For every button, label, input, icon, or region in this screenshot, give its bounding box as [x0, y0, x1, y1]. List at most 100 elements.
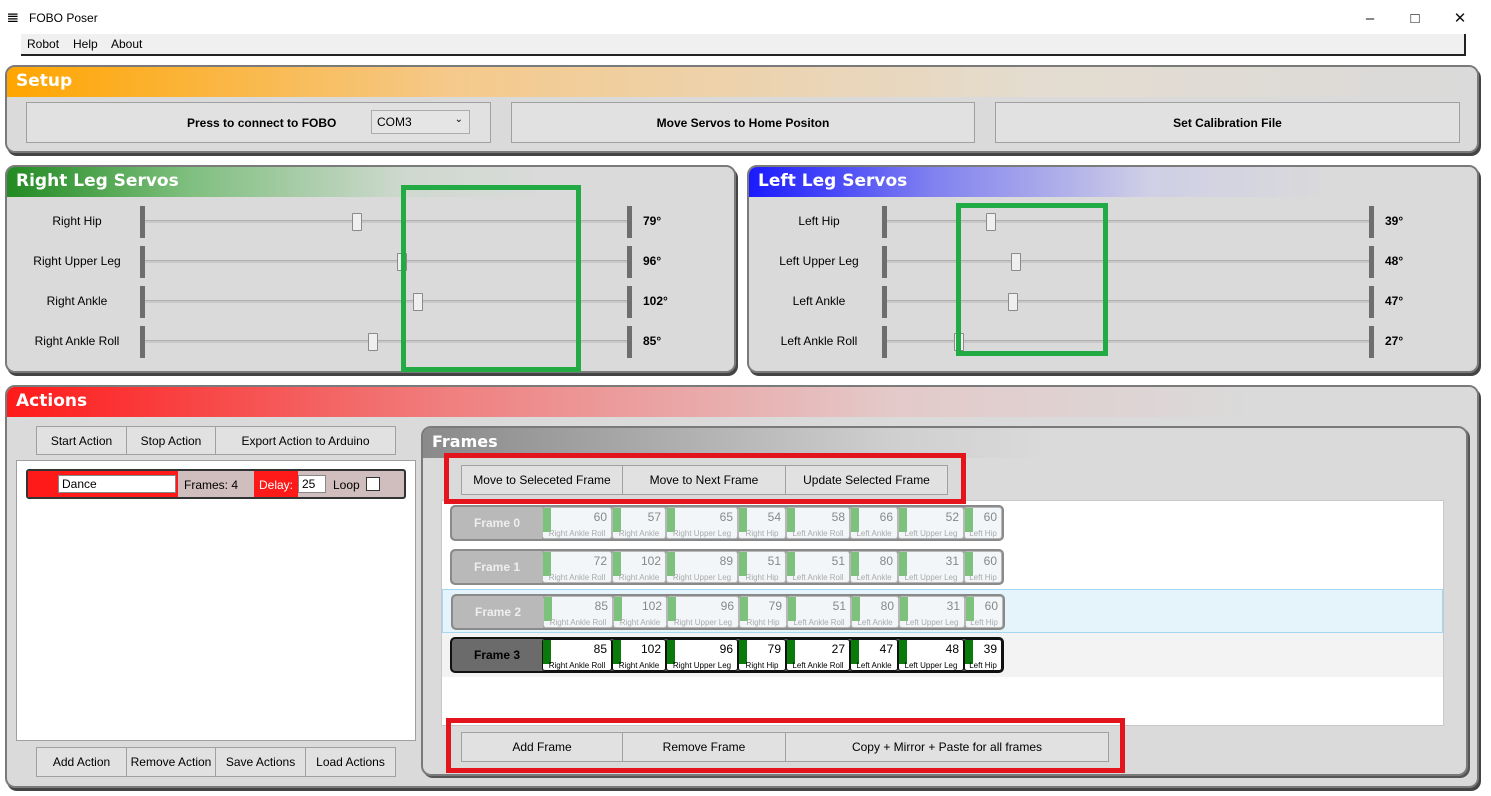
home-button[interactable]: Move Servos to Home Positon [511, 102, 975, 143]
loop-checkbox[interactable] [366, 477, 380, 491]
maximize-icon[interactable]: □ [1392, 4, 1438, 32]
frame-cell[interactable]: 47 Left Ankle [850, 639, 898, 671]
frame-cell[interactable]: 31 Left Upper Leg [899, 596, 965, 628]
frame-row[interactable]: Frame 1 72 Right Ankle Roll 102 Right Ankle 8… [442, 545, 1443, 589]
frame-cell-value: 52 [945, 510, 959, 524]
frame-cell-value: 60 [984, 599, 998, 613]
frame-label: Frame 3 [452, 639, 542, 671]
left-slider-highlight [956, 203, 1108, 356]
frame-cell[interactable]: 60 Left Hip [964, 507, 1002, 539]
frame-cell-value: 58 [831, 510, 845, 524]
delay-input[interactable]: 25 [298, 475, 326, 493]
action-name-input[interactable]: Dance [58, 475, 176, 493]
right_leg-slider-max-cap [627, 326, 632, 358]
frame-cell-servo: Right Ankle Roll [548, 573, 606, 582]
minimize-icon[interactable]: – [1347, 4, 1393, 32]
frame-cell[interactable]: 80 Left Ankle [850, 551, 898, 583]
frame-cell[interactable]: 60 Left Hip [964, 551, 1002, 583]
frame-cell[interactable]: 66 Left Ankle [850, 507, 898, 539]
right_leg-servo-label: Right Ankle [46, 294, 108, 308]
frame-cell-value: 85 [593, 642, 607, 656]
frame-cell[interactable]: 57 Right Ankle [612, 507, 666, 539]
frame-cell[interactable]: 96 Right Upper Leg [667, 596, 739, 628]
frame-label: Frame 1 [452, 551, 542, 583]
left_leg-servo-value: 48° [1385, 254, 1404, 268]
frame-cell[interactable]: 51 Left Ankle Roll [787, 596, 851, 628]
frame-cell[interactable]: 72 Right Ankle Roll [542, 551, 612, 583]
frame-cell-value: 80 [880, 599, 894, 613]
frames-list[interactable]: Frame 0 60 Right Ankle Roll 57 Right Ankle 65… [441, 500, 1444, 726]
frame-controls-highlight [444, 453, 966, 504]
frame-cell-value: 72 [593, 554, 607, 568]
frame-cell-value: 66 [879, 510, 893, 524]
frame-cell-value: 47 [879, 642, 893, 656]
save-actions-button[interactable]: Save Actions [215, 747, 306, 777]
actions-header: Actions [7, 387, 1477, 417]
frame-cell-value: 102 [640, 642, 661, 656]
left_leg-servo-label: Left Upper Leg [779, 254, 859, 268]
stop-action-button[interactable]: Stop Action [126, 426, 216, 455]
add-action-button[interactable]: Add Action [36, 747, 127, 777]
frame-box: Frame 1 72 Right Ankle Roll 102 Right Ankle 8… [450, 549, 1004, 585]
frame-cell-servo: Right Ankle Roll [548, 529, 606, 538]
action-list[interactable]: Dance Frames: 4 Delay: 25 Loop [16, 460, 416, 741]
left_leg-servo-label: Left Ankle Roll [780, 334, 858, 348]
right-leg-header: Right Leg Servos [7, 167, 734, 197]
frame-cell[interactable]: 31 Left Upper Leg [898, 551, 964, 583]
port-select[interactable]: COM3 ⌄ [371, 110, 470, 134]
frame-cell[interactable]: 102 Right Ankle [613, 596, 667, 628]
menu-help[interactable]: Help [73, 37, 98, 51]
frame-cell[interactable]: 89 Right Upper Leg [666, 551, 738, 583]
frame-row[interactable]: Frame 2 85 Right Ankle Roll 102 Right Ankle 9… [442, 589, 1443, 633]
export-action-button[interactable]: Export Action to Arduino [215, 426, 396, 455]
menu-about[interactable]: About [111, 37, 142, 51]
menu-robot[interactable]: Robot [27, 37, 59, 51]
close-icon[interactable]: ✕ [1437, 4, 1483, 32]
frame-cell[interactable]: 79 Right Hip [738, 639, 786, 671]
port-value: COM3 [377, 115, 412, 129]
frame-cell[interactable]: 48 Left Upper Leg [898, 639, 964, 671]
frame-cell[interactable]: 80 Left Ankle [851, 596, 899, 628]
frame-cell[interactable]: 51 Left Ankle Roll [786, 551, 850, 583]
calibration-button[interactable]: Set Calibration File [995, 102, 1460, 143]
frame-cell[interactable]: 79 Right Hip [739, 596, 787, 628]
action-item[interactable]: Dance Frames: 4 Delay: 25 Loop [26, 469, 406, 499]
frame-row[interactable]: Frame 3 85 Right Ankle Roll 102 Right Ankle 9… [442, 633, 1443, 677]
frames-title: Frames [432, 432, 498, 451]
frame-row[interactable]: Frame 0 60 Right Ankle Roll 57 Right Ankle 65… [442, 501, 1443, 545]
frame-cell[interactable]: 102 Right Ankle [612, 551, 666, 583]
frame-cell[interactable]: 60 Left Hip [965, 596, 1003, 628]
frame-cell-value: 27 [831, 642, 845, 656]
right_leg-slider-thumb[interactable] [367, 333, 378, 351]
frame-cell-servo: Right Ankle [619, 618, 661, 627]
frame-cell[interactable]: 52 Left Upper Leg [898, 507, 964, 539]
start-action-button[interactable]: Start Action [36, 426, 127, 455]
connect-button[interactable]: Press to connect to FOBO COM3 ⌄ [26, 102, 491, 143]
remove-action-button[interactable]: Remove Action [126, 747, 216, 777]
load-actions-button[interactable]: Load Actions [305, 747, 396, 777]
frame-cell[interactable]: 102 Right Ankle [612, 639, 666, 671]
frame-cell[interactable]: 65 Right Upper Leg [666, 507, 738, 539]
frame-cell-value: 60 [983, 510, 997, 524]
frame-cell-value: 51 [767, 554, 781, 568]
frame-cell[interactable]: 51 Right Hip [738, 551, 786, 583]
frame-cell[interactable]: 96 Right Upper Leg [666, 639, 738, 671]
title-bar: 𝌆 FOBO Poser – □ ✕ [0, 0, 1491, 34]
frame-cell[interactable]: 54 Right Hip [738, 507, 786, 539]
frame-cell[interactable]: 58 Left Ankle Roll [786, 507, 850, 539]
left_leg-servo-value: 47° [1385, 294, 1404, 308]
frame-cell[interactable]: 85 Right Ankle Roll [543, 596, 613, 628]
frame-cell-value: 51 [832, 599, 846, 613]
frame-cell-value: 96 [719, 642, 733, 656]
frame-cell-value: 65 [719, 510, 733, 524]
right_leg-slider-thumb[interactable] [351, 213, 362, 231]
frame-box: Frame 2 85 Right Ankle Roll 102 Right Ankle 9… [451, 594, 1005, 630]
left_leg-slider-max-cap [1369, 326, 1374, 358]
frame-cell[interactable]: 27 Left Ankle Roll [786, 639, 850, 671]
frame-cell-value: 54 [767, 510, 781, 524]
setup-panel: Setup Press to connect to FOBO COM3 ⌄ Mo… [5, 65, 1479, 153]
frame-cell[interactable]: 60 Right Ankle Roll [542, 507, 612, 539]
frame-cell[interactable]: 85 Right Ankle Roll [542, 639, 612, 671]
frame-cell-servo: Left Hip [970, 618, 998, 627]
frame-cell[interactable]: 39 Left Hip [964, 639, 1002, 671]
